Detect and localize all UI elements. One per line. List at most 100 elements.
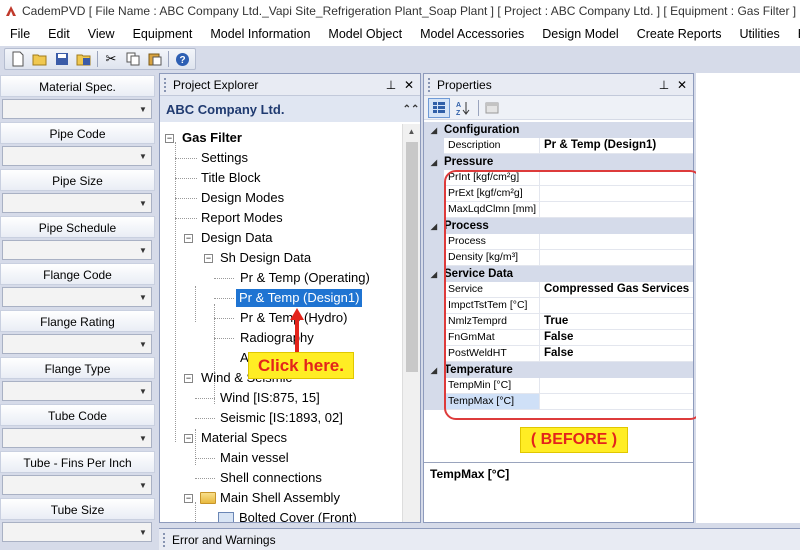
new-icon[interactable] — [7, 49, 29, 69]
cut-icon[interactable]: ✂ — [100, 49, 122, 69]
collapse-triangle-icon[interactable]: ◢ — [424, 270, 444, 279]
flange-code-combo[interactable]: ▼ — [2, 287, 152, 307]
error-warnings-panel[interactable]: Error and Warnings — [159, 528, 800, 550]
tree-node-shell-connections[interactable]: Shell connections — [220, 469, 322, 487]
close-icon[interactable]: ✕ — [675, 78, 689, 92]
tree-node-pr-temp-design1[interactable]: Pr & Temp (Design1) — [236, 289, 363, 307]
tree-line — [214, 278, 234, 279]
drag-grip-icon[interactable] — [428, 77, 433, 92]
chevron-down-icon[interactable]: ▼ — [135, 523, 151, 541]
tree-node-design-modes[interactable]: Design Modes — [201, 189, 284, 207]
menu-create-reports[interactable]: Create Reports — [628, 22, 731, 46]
before-label: ( BEFORE ) — [520, 427, 628, 453]
help-icon[interactable]: ? — [171, 49, 193, 69]
pipe-code-combo[interactable]: ▼ — [2, 146, 152, 166]
collapse-triangle-icon[interactable]: ◢ — [424, 158, 444, 167]
open-icon[interactable] — [29, 49, 51, 69]
tree-node-design-data[interactable]: Design Data — [201, 229, 273, 247]
field-pipe-size: Pipe Size ▼ — [0, 169, 155, 213]
scroll-up-icon[interactable]: ▲ — [403, 124, 420, 140]
scrollbar-thumb[interactable] — [406, 142, 418, 372]
pin-icon[interactable]: ⊥ — [384, 78, 398, 92]
tree-node-main-vessel[interactable]: Main vessel — [220, 449, 289, 467]
drag-grip-icon[interactable] — [163, 532, 168, 547]
property-pages-icon[interactable] — [481, 98, 503, 118]
tree-line — [214, 318, 234, 319]
collapse-toggle-icon[interactable]: − — [184, 434, 193, 443]
chevron-down-icon[interactable]: ▼ — [135, 476, 151, 494]
menu-design-model[interactable]: Design Model — [533, 22, 627, 46]
window-title: CademPVD [ File Name : ABC Company Ltd._… — [22, 4, 797, 18]
alphabetical-sort-icon[interactable]: AZ — [452, 98, 474, 118]
chevron-down-icon[interactable]: ▼ — [135, 194, 151, 212]
tree-node-wind[interactable]: Wind [IS:875, 15] — [220, 389, 320, 407]
property-description-panel: TempMax [°C] — [424, 462, 693, 522]
tree-node-bolted-cover[interactable]: Bolted Cover (Front) — [239, 509, 357, 522]
paste-icon[interactable] — [144, 49, 166, 69]
tube-size-combo[interactable]: ▼ — [2, 522, 152, 542]
save-icon[interactable] — [51, 49, 73, 69]
chevron-down-icon[interactable]: ▼ — [135, 100, 151, 118]
collapse-toggle-icon[interactable]: − — [184, 494, 193, 503]
collapse-chevron-icon[interactable]: ⌃⌃ — [402, 104, 420, 115]
save-all-icon[interactable] — [73, 49, 95, 69]
material-spec-combo[interactable]: ▼ — [2, 99, 152, 119]
chevron-down-icon[interactable]: ▼ — [135, 429, 151, 447]
menu-utilities[interactable]: Utilities — [730, 22, 788, 46]
tree-node-settings[interactable]: Settings — [201, 149, 248, 167]
menu-edit[interactable]: Edit — [39, 22, 79, 46]
tree-node-sh-design-data[interactable]: Sh Design Data — [220, 249, 311, 267]
tree-node-seismic[interactable]: Seismic [IS:1893, 02] — [220, 409, 343, 427]
app-icon — [6, 6, 16, 16]
explorer-scrollbar[interactable]: ▲ — [402, 124, 420, 522]
collapse-toggle-icon[interactable]: − — [204, 254, 213, 263]
collapse-toggle-icon[interactable]: − — [184, 234, 193, 243]
copy-icon[interactable] — [122, 49, 144, 69]
tree-node-pr-temp-operating[interactable]: Pr & Temp (Operating) — [240, 269, 370, 287]
category-configuration[interactable]: ◢ Configuration — [424, 122, 693, 138]
description-title: TempMax [°C] — [430, 467, 510, 481]
menu-file[interactable]: File — [0, 22, 39, 46]
tube-fins-per-inch-combo[interactable]: ▼ — [2, 475, 152, 495]
chevron-down-icon[interactable]: ▼ — [135, 241, 151, 259]
flange-type-combo[interactable]: ▼ — [2, 381, 152, 401]
collapse-triangle-icon[interactable]: ◢ — [424, 366, 444, 375]
menu-equipment[interactable]: Equipment — [124, 22, 202, 46]
collapse-triangle-icon[interactable]: ◢ — [424, 126, 444, 135]
menu-view[interactable]: View — [79, 22, 124, 46]
explorer-title: Project Explorer — [173, 77, 259, 92]
tree-line — [195, 418, 215, 419]
chevron-down-icon[interactable]: ▼ — [135, 382, 151, 400]
menu-model-information[interactable]: Model Information — [201, 22, 319, 46]
company-header[interactable]: ABC Company Ltd. ⌃⌃ — [160, 96, 420, 122]
collapse-toggle-icon[interactable]: − — [165, 134, 174, 143]
chevron-down-icon[interactable]: ▼ — [135, 147, 151, 165]
category-pressure[interactable]: ◢ Pressure — [424, 154, 693, 170]
tree-node-main-shell-assembly[interactable]: Main Shell Assembly — [220, 489, 340, 507]
collapse-toggle-icon[interactable]: − — [184, 374, 193, 383]
flange-rating-combo[interactable]: ▼ — [2, 334, 152, 354]
pipe-size-combo[interactable]: ▼ — [2, 193, 152, 213]
chevron-down-icon[interactable]: ▼ — [135, 335, 151, 353]
property-value[interactable]: Pr & Temp (Design1) — [540, 138, 693, 154]
tree-node-gas-filter[interactable]: Gas Filter — [182, 129, 242, 147]
pin-icon[interactable]: ⊥ — [657, 78, 671, 92]
tree-node-title-block[interactable]: Title Block — [201, 169, 260, 187]
chevron-down-icon[interactable]: ▼ — [135, 288, 151, 306]
menu-model-object[interactable]: Model Object — [319, 22, 411, 46]
tree-node-material-specs[interactable]: Material Specs — [201, 429, 287, 447]
tree-line — [195, 429, 196, 465]
pipe-schedule-combo[interactable]: ▼ — [2, 240, 152, 260]
menu-help[interactable]: He — [789, 22, 800, 46]
menu-model-accessories[interactable]: Model Accessories — [411, 22, 533, 46]
drag-grip-icon[interactable] — [164, 77, 169, 92]
close-icon[interactable]: ✕ — [402, 78, 416, 92]
tube-code-combo[interactable]: ▼ — [2, 428, 152, 448]
property-row[interactable]: Description Pr & Temp (Design1) — [424, 138, 693, 154]
field-flange-code: Flange Code ▼ — [0, 263, 155, 307]
field-material-spec: Material Spec. ▼ — [0, 75, 155, 119]
collapse-triangle-icon[interactable]: ◢ — [424, 222, 444, 231]
toolbar-group: ✂ ? — [4, 48, 196, 70]
categorized-view-icon[interactable] — [428, 97, 450, 118]
tree-node-report-modes[interactable]: Report Modes — [201, 209, 283, 227]
